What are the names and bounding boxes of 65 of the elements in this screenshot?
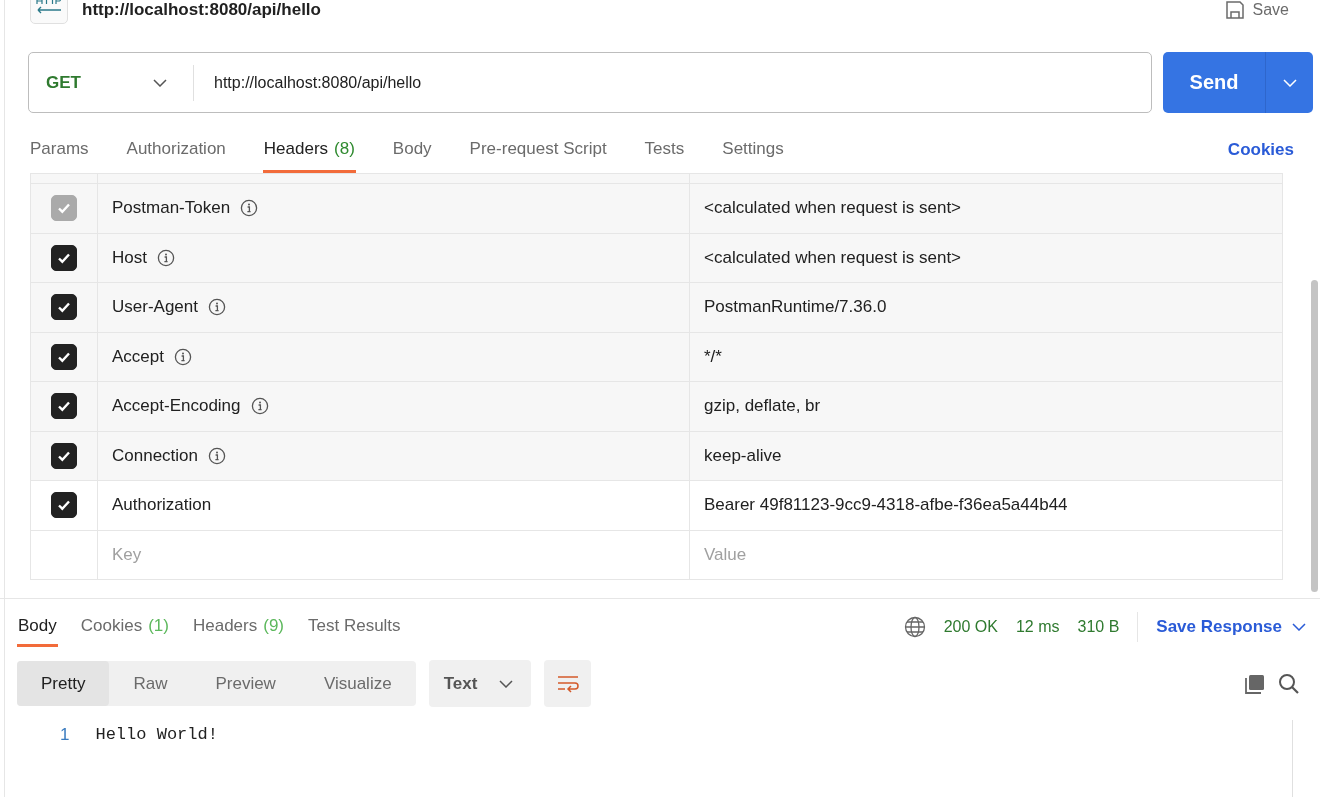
format-dropdown[interactable]: Text bbox=[428, 660, 532, 707]
info-icon bbox=[240, 199, 259, 218]
line-number: 1 bbox=[60, 725, 70, 745]
wrap-lines-icon bbox=[555, 673, 580, 694]
method-dropdown[interactable]: GET bbox=[29, 64, 194, 101]
checkbox[interactable] bbox=[51, 244, 77, 271]
response-time: 12 ms bbox=[1015, 618, 1060, 636]
checkbox[interactable] bbox=[51, 492, 77, 519]
status-code: 200 OK bbox=[943, 618, 998, 636]
header-key: Authorization bbox=[112, 495, 212, 516]
tab-count: (1) bbox=[148, 615, 169, 636]
header-key: User-Agent bbox=[112, 297, 198, 318]
request-tab[interactable]: Params bbox=[29, 127, 90, 173]
header-value: Bearer 49f81123-9cc9-4318-afbe-f36ea5a44b44 bbox=[704, 495, 1068, 515]
info-icon bbox=[156, 248, 175, 267]
copy-icon[interactable] bbox=[1244, 672, 1266, 695]
checkbox[interactable] bbox=[51, 442, 77, 469]
code-line: Hello World! bbox=[95, 725, 218, 745]
info-icon bbox=[250, 397, 269, 416]
tab-count: (8) bbox=[334, 138, 355, 159]
view-mode-tab[interactable]: Pretty bbox=[17, 661, 110, 706]
caret-icon bbox=[499, 679, 514, 688]
header-value: */* bbox=[704, 346, 722, 366]
request-tab[interactable]: Body bbox=[391, 127, 433, 173]
wrap-lines-button[interactable] bbox=[544, 660, 592, 707]
save-response-button[interactable]: Save Response bbox=[1156, 617, 1313, 637]
info-icon bbox=[208, 298, 226, 317]
request-tab[interactable]: Settings bbox=[721, 127, 785, 173]
response-tab[interactable]: Test Results bbox=[307, 607, 402, 647]
request-tab[interactable]: Authorization bbox=[125, 127, 227, 173]
globe-icon bbox=[903, 616, 926, 638]
header-value: <calculated when request is sent> bbox=[704, 198, 962, 218]
response-tab[interactable]: Body bbox=[17, 607, 58, 647]
request-tab[interactable]: Pre-request Script bbox=[468, 127, 608, 173]
caret-icon bbox=[153, 78, 167, 87]
header-key: Accept bbox=[112, 346, 164, 367]
header-key: Accept-Encoding bbox=[112, 396, 241, 417]
caret-icon bbox=[1282, 78, 1297, 87]
info-icon bbox=[208, 446, 226, 465]
view-mode-tab[interactable]: Preview bbox=[191, 661, 300, 706]
checkbox[interactable] bbox=[51, 294, 77, 321]
view-mode-tab[interactable]: Visualize bbox=[299, 661, 416, 706]
header-value: keep-alive bbox=[704, 445, 782, 465]
response-tab[interactable]: Headers (9) bbox=[191, 607, 285, 647]
header-value: <calculated when request is sent> bbox=[704, 247, 962, 267]
checkbox[interactable] bbox=[51, 393, 77, 420]
header-key: Host bbox=[112, 247, 147, 268]
view-mode-tab[interactable]: Raw bbox=[109, 661, 192, 706]
header-key: Connection bbox=[112, 445, 198, 466]
response-size: 310 B bbox=[1077, 618, 1120, 636]
url-field[interactable]: GET http://localhost:8080/api/hello bbox=[28, 52, 1152, 113]
header-value: PostmanRuntime/7.36.0 bbox=[704, 297, 887, 317]
scrollbar-thumb[interactable] bbox=[1311, 280, 1318, 592]
info-icon bbox=[174, 347, 192, 366]
request-tab[interactable]: Tests bbox=[643, 127, 686, 173]
save-button[interactable]: Save bbox=[1224, 0, 1289, 20]
response-tab[interactable]: Cookies (1) bbox=[79, 607, 170, 647]
tab-count: (9) bbox=[263, 615, 284, 636]
search-icon[interactable] bbox=[1278, 672, 1300, 695]
header-value: gzip, deflate, br bbox=[704, 396, 821, 416]
header-key: Postman-Token bbox=[112, 198, 231, 219]
checkbox[interactable] bbox=[51, 343, 77, 370]
cookies-link[interactable]: Cookies bbox=[1227, 140, 1294, 160]
caret-icon bbox=[1292, 623, 1306, 631]
request-title: http://localhost:8080/api/hello bbox=[82, 0, 321, 20]
